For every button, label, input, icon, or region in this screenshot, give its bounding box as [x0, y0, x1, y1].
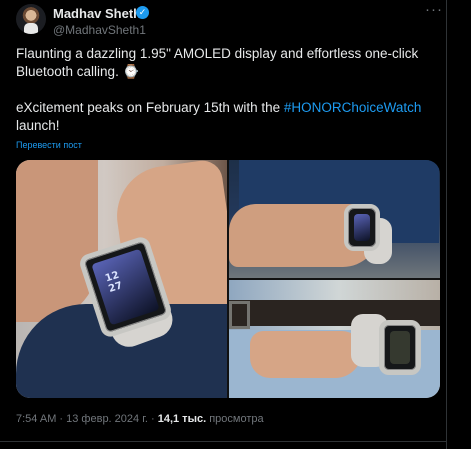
tweet-text-first-paragraph: Flaunting a dazzling 1.95" AMOLED displa…: [16, 45, 436, 81]
tweet-metadata: 7:54 AM · 13 февр. 2024 г. · 14,1 тыс. п…: [16, 413, 264, 425]
verified-check-icon: ✓: [136, 6, 149, 19]
tweet-date[interactable]: 13 февр. 2024 г.: [66, 413, 148, 425]
top-right-smartwatch: [344, 204, 380, 251]
hashtag-link[interactable]: #HONORChoiceWatch: [284, 100, 422, 115]
bottom-right-watch-photo[interactable]: [229, 280, 440, 398]
tweet-line-3-text: eXcitement peaks on February 15th with t…: [16, 100, 284, 115]
tweet-line-3: eXcitement peaks on February 15th with t…: [16, 99, 436, 117]
tweet-line-2: Bluetooth calling. ⌚: [16, 64, 140, 79]
tweet-time[interactable]: 7:54 AM: [16, 413, 56, 425]
watch-screen: 12 27: [91, 248, 160, 326]
tweet-line-4: launch!: [16, 118, 60, 133]
view-count: 14,1 тыс.: [157, 413, 207, 425]
right-divider: [446, 0, 447, 449]
top-right-watch-photo[interactable]: [229, 160, 440, 278]
bottom-right-watch-screen: [390, 331, 410, 364]
meta-separator-1: ·: [56, 413, 67, 425]
main-watch-photo[interactable]: 12 27: [16, 160, 227, 398]
belt-buckle: [229, 301, 250, 329]
bottom-right-smartwatch: [379, 320, 421, 375]
author-avatar[interactable]: [16, 4, 46, 34]
tweet-line-1: Flaunting a dazzling 1.95" AMOLED displa…: [16, 46, 419, 61]
media-grid: 12 27: [16, 160, 440, 398]
tweet-text-second-paragraph: eXcitement peaks on February 15th with t…: [16, 99, 436, 135]
bottom-right-hand: [250, 331, 362, 378]
more-options-icon[interactable]: ···: [425, 2, 443, 21]
face-skin-shape: [16, 160, 98, 322]
author-name[interactable]: Madhav Sheth: [53, 6, 141, 21]
top-right-watch-screen: [354, 214, 370, 241]
bottom-divider: [0, 441, 446, 442]
author-handle[interactable]: @MadhavSheth1: [53, 23, 146, 37]
watch-time: 12 27: [103, 269, 124, 295]
meta-separator-2: ·: [147, 413, 158, 425]
view-label: просмотра: [206, 413, 264, 425]
translate-post-link[interactable]: Перевести пост: [16, 140, 82, 150]
